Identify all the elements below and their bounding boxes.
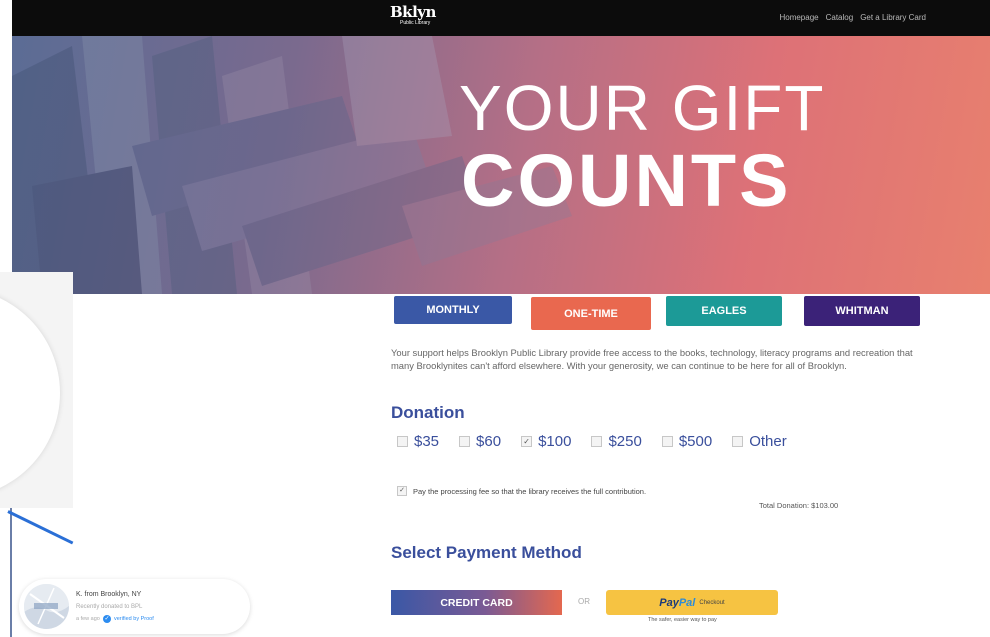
header-nav: Homepage Catalog Get a Library Card bbox=[779, 13, 926, 22]
verified-check-icon: ✓ bbox=[103, 615, 111, 623]
amount-label: Other bbox=[749, 433, 787, 450]
tab-eagles[interactable]: EAGLES bbox=[666, 296, 782, 326]
amount-label: $60 bbox=[476, 433, 502, 450]
credit-card-button[interactable]: CREDIT CARD bbox=[391, 590, 562, 615]
overlay-circle bbox=[0, 288, 60, 498]
amount-checkbox-checked[interactable]: ✓ bbox=[521, 436, 533, 447]
amount-label: $35 bbox=[414, 433, 440, 450]
bpl-logo[interactable]: Bklyn Public Library bbox=[390, 5, 436, 26]
donation-heading: Donation bbox=[391, 403, 465, 422]
amount-option-500[interactable]: $500 bbox=[661, 433, 713, 450]
paypal-logo-pay: Pay bbox=[659, 596, 679, 609]
amount-option-100[interactable]: ✓ $100 bbox=[521, 433, 571, 450]
processing-fee-checkbox[interactable]: ✓ bbox=[397, 486, 407, 496]
paypal-tagline: The safer, easier way to pay bbox=[648, 617, 717, 623]
paypal-logo: PayPal bbox=[659, 597, 695, 609]
amount-checkbox[interactable] bbox=[459, 436, 471, 447]
tab-monthly[interactable]: MONTHLY bbox=[394, 296, 512, 324]
social-proof-popup[interactable]: K. from Brooklyn, NY Recently donated to… bbox=[19, 579, 250, 634]
processing-fee-option[interactable]: ✓ Pay the processing fee so that the lib… bbox=[397, 486, 646, 496]
nav-catalog[interactable]: Catalog bbox=[826, 13, 854, 22]
hero-title-line2: COUNTS bbox=[461, 139, 792, 222]
tab-one-time[interactable]: ONE-TIME bbox=[531, 297, 651, 330]
amount-option-250[interactable]: $250 bbox=[591, 433, 642, 450]
amount-checkbox[interactable] bbox=[397, 436, 408, 447]
or-separator: OR bbox=[578, 597, 590, 606]
paypal-logo-pal: Pal bbox=[678, 596, 696, 609]
payment-method-heading: Select Payment Method bbox=[391, 543, 582, 562]
intro-text: Your support helps Brooklyn Public Libra… bbox=[391, 347, 913, 371]
tab-whitman[interactable]: WHITMAN bbox=[804, 296, 920, 326]
nav-library-card[interactable]: Get a Library Card bbox=[860, 13, 926, 22]
proof-verified-label: verified by Proof bbox=[114, 616, 154, 622]
amount-option-35[interactable]: $35 bbox=[397, 433, 439, 450]
amount-option-other[interactable]: Other bbox=[732, 433, 787, 450]
amount-label: $250 bbox=[608, 433, 642, 450]
amount-checkbox[interactable] bbox=[661, 436, 673, 447]
hero-banner: YOUR GIFT COUNTS bbox=[12, 36, 990, 294]
map-icon bbox=[24, 584, 69, 629]
proof-action-text: Recently donated to BPL bbox=[76, 604, 143, 610]
overlay-card bbox=[0, 272, 73, 508]
nav-homepage[interactable]: Homepage bbox=[779, 13, 818, 22]
amount-checkbox[interactable] bbox=[591, 436, 603, 447]
logo-wordmark: Bklyn bbox=[390, 3, 436, 21]
processing-fee-label: Pay the processing fee so that the libra… bbox=[413, 486, 647, 496]
amount-label: $100 bbox=[538, 433, 572, 450]
top-nav-bar: Bklyn Public Library Homepage Catalog Ge… bbox=[12, 0, 990, 36]
left-divider-line bbox=[10, 508, 12, 637]
amount-label: $500 bbox=[678, 433, 713, 450]
paypal-checkout-label: Checkout bbox=[699, 599, 725, 606]
map-thumbnail-avatar bbox=[24, 584, 69, 629]
donation-amounts: $35 $60 ✓ $100 $250 $500 Other bbox=[397, 433, 807, 450]
logo-subtitle: Public Library bbox=[400, 20, 431, 26]
amount-option-60[interactable]: $60 bbox=[459, 433, 501, 450]
hero-title: YOUR GIFT COUNTS bbox=[459, 76, 825, 218]
hero-title-line1: YOUR GIFT bbox=[459, 72, 826, 144]
amount-checkbox[interactable] bbox=[732, 436, 744, 447]
total-donation: Total Donation: $103.00 bbox=[759, 501, 839, 510]
paypal-checkout-button[interactable]: PayPal Checkout bbox=[606, 590, 778, 615]
proof-donor-name: K. from Brooklyn, NY bbox=[76, 591, 142, 598]
annotation-arrow-line bbox=[7, 510, 74, 545]
proof-time: a few ago bbox=[76, 616, 100, 622]
